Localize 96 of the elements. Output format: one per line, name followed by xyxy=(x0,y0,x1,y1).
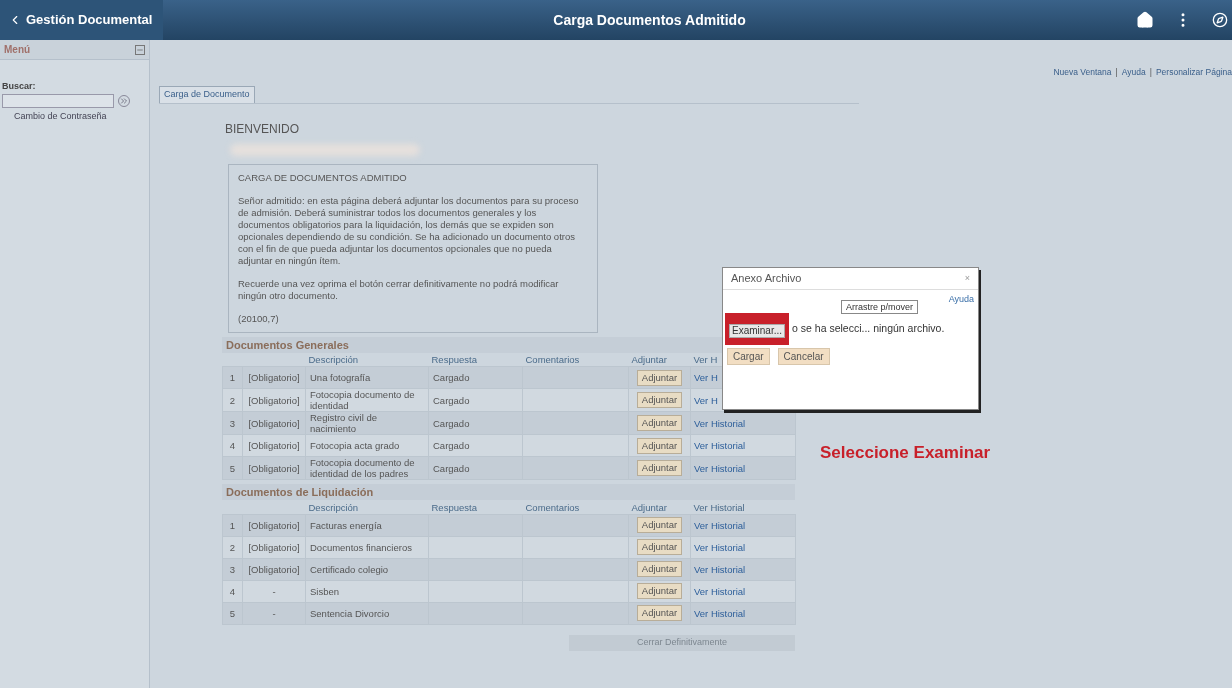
description-cell: Documentos financieros xyxy=(310,541,412,553)
history-link[interactable]: Ver Historial xyxy=(694,541,746,553)
attach-button[interactable]: Adjuntar xyxy=(636,561,683,578)
close-definitively-button: Cerrar Definitivamente xyxy=(569,634,795,651)
description-cell: Fotocopia acta grado xyxy=(310,440,400,452)
browse-button[interactable]: Examinar... xyxy=(729,323,786,338)
page-title: Carga Documentos Admitido xyxy=(553,10,746,30)
column-header: Comentarios xyxy=(525,354,580,365)
response-cell: Cargado xyxy=(433,372,470,384)
description-cell: Fotocopia documento de identidad de los padres xyxy=(310,457,415,480)
history-link[interactable]: Ver Historial xyxy=(694,607,746,619)
callout-text: Seleccione Examinar xyxy=(820,442,991,464)
search-field[interactable] xyxy=(2,93,114,108)
requirement-label: - xyxy=(272,585,276,597)
response-cell: Cargado xyxy=(433,462,470,474)
requirement-label: [Obligatorio] xyxy=(248,563,300,575)
search-label: Buscar: xyxy=(1,80,37,93)
history-link[interactable]: Ver Historial xyxy=(694,585,746,597)
row-number: 4 xyxy=(229,440,236,452)
intro-paragraph: Recuerde una vez oprima el botón cerrar definitivamente no podrá modificar ningún otro documento. xyxy=(238,277,560,302)
column-header: Comentarios xyxy=(525,501,580,513)
dialog-button[interactable]: Cargar xyxy=(727,347,770,365)
attach-button[interactable]: Adjuntar xyxy=(636,437,683,454)
compass-icon[interactable] xyxy=(1212,12,1228,28)
response-cell: Cargado xyxy=(433,417,470,429)
requirement-label: [Obligatorio] xyxy=(248,462,300,474)
attach-button[interactable]: Adjuntar xyxy=(636,539,683,556)
history-link[interactable]: Ver Historial xyxy=(694,462,746,474)
column-header: Ver Historial xyxy=(693,501,745,513)
column-header: Ver H xyxy=(693,354,718,365)
requirement-label: [Obligatorio] xyxy=(248,440,300,452)
attach-button[interactable]: Adjuntar xyxy=(636,415,683,432)
link-separator: | xyxy=(1149,66,1152,79)
tooltip: Arrastre p/mover xyxy=(841,299,919,314)
description-cell: Fotocopia documento de identidad xyxy=(310,389,415,412)
column-header: Adjuntar xyxy=(631,354,667,365)
history-link[interactable]: Ver Historial xyxy=(694,519,746,531)
row-number: 2 xyxy=(229,541,236,553)
back-button[interactable]: Gestión Documental xyxy=(0,0,163,40)
row-number: 4 xyxy=(229,585,236,597)
requirement-label: [Obligatorio] xyxy=(248,541,300,553)
menu-title: Menú xyxy=(4,43,31,57)
dialog-button[interactable]: Cancelar xyxy=(777,347,830,365)
row-number: 3 xyxy=(229,417,236,429)
help-link[interactable]: Ayuda xyxy=(948,293,974,307)
attach-button[interactable]: Adjuntar xyxy=(636,460,683,477)
column-header: Respuesta xyxy=(431,354,477,365)
row-number: 5 xyxy=(229,462,236,474)
requirement-label: [Obligatorio] xyxy=(248,372,300,384)
description-cell: Sisben xyxy=(310,585,340,597)
collapse-icon[interactable] xyxy=(135,44,145,55)
intro-paragraph: Señor admitido: en esta página deberá adjuntar los documentos para su proceso de admisión. Deberá suministrar todos los documentos generales y los documentos obligatorios para la liquidación, los demás que se expiden son opcionales dependiendo de su condición. Se ha adicionado un documento otros con el fin de que pueda adjuntar los documentos opcionales que no pueda adjuntar en ningún ítem. xyxy=(238,194,580,267)
history-link[interactable]: Ver Historial xyxy=(694,440,746,452)
section-title: Documentos de Liquidación xyxy=(222,484,795,501)
sidebar-link[interactable]: Cambio de Contraseña xyxy=(0,109,149,123)
requirement-label: [Obligatorio] xyxy=(248,394,300,406)
description-cell: Una fotografía xyxy=(310,372,371,384)
attach-button[interactable]: Adjuntar xyxy=(636,583,683,600)
close-button[interactable]: × xyxy=(964,271,970,286)
history-link[interactable]: Ver Historial xyxy=(694,563,746,575)
row-number: 5 xyxy=(229,607,236,619)
file-status: o se ha selecci... ningún archivo. xyxy=(792,320,945,336)
intro-title: CARGA DE DOCUMENTOS ADMITIDO xyxy=(238,171,408,184)
column-header: Descripción xyxy=(308,354,359,365)
description-cell: Sentencia Divorcio xyxy=(310,607,390,619)
top-link[interactable]: Personalizar Página xyxy=(1155,66,1232,79)
column-header: Adjuntar xyxy=(631,501,667,513)
response-cell: Cargado xyxy=(433,440,470,452)
attach-button[interactable]: Adjuntar xyxy=(636,605,683,622)
column-header: Descripción xyxy=(308,501,359,513)
intro-paragraph: (20100,7) xyxy=(238,312,280,325)
row-number: 3 xyxy=(229,563,236,575)
dialog-title: Anexo Archivo xyxy=(731,271,802,287)
attach-button[interactable]: Adjuntar xyxy=(636,517,683,534)
description-cell: Certificado colegio xyxy=(310,563,389,575)
requirement-label: - xyxy=(272,607,276,619)
attach-button[interactable]: Adjuntar xyxy=(636,392,683,409)
attach-button[interactable]: Adjuntar xyxy=(636,369,683,386)
row-number: 1 xyxy=(229,372,236,384)
response-cell: Cargado xyxy=(433,394,470,406)
row-number: 2 xyxy=(229,394,236,406)
description-cell: Registro civil de nacimiento xyxy=(310,412,378,435)
tab[interactable]: Carga de Documento xyxy=(159,85,255,103)
row-number: 1 xyxy=(229,519,236,531)
top-link[interactable]: Nueva Ventana xyxy=(1053,66,1112,79)
requirement-label: [Obligatorio] xyxy=(248,417,300,429)
home-icon[interactable] xyxy=(1136,11,1154,29)
column-header: Respuesta xyxy=(431,501,477,513)
description-cell: Facturas energía xyxy=(310,519,382,531)
top-link[interactable]: Ayuda xyxy=(1121,66,1146,79)
history-link[interactable]: Ver Historial xyxy=(694,417,746,429)
history-link[interactable]: Ver H xyxy=(694,394,718,406)
link-separator: | xyxy=(1115,66,1118,79)
welcome-heading: BIENVENIDO xyxy=(224,120,300,138)
requirement-label: [Obligatorio] xyxy=(248,519,300,531)
history-link[interactable]: Ver H xyxy=(694,372,718,384)
